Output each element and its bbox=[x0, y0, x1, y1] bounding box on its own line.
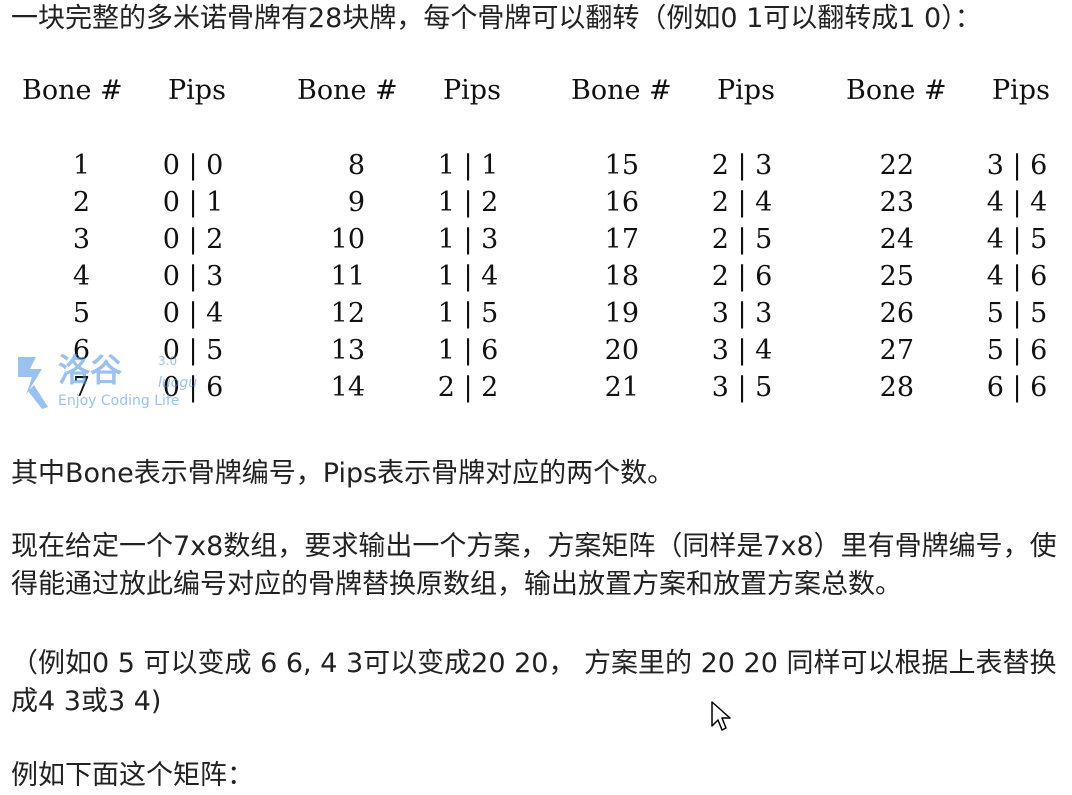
bone-number: 24 bbox=[879, 224, 914, 255]
header-pips-3: Pips bbox=[717, 75, 775, 106]
bone-number: 10 bbox=[330, 224, 365, 255]
bone-number: 28 bbox=[879, 372, 914, 403]
bone-pips: 0 | 5 bbox=[162, 335, 224, 366]
bone-pips: 3 | 5 bbox=[711, 372, 773, 403]
example-paragraph: （例如0 5 可以变成 6 6, 4 3可以变成20 20， 方案里的 20 2… bbox=[11, 648, 1057, 717]
bone-number: 13 bbox=[330, 335, 365, 366]
header-bone-1: Bone # bbox=[22, 75, 123, 106]
bone-pips: 2 | 5 bbox=[711, 224, 773, 255]
bone-pips: 0 | 6 bbox=[162, 372, 224, 403]
bone-pips: 1 | 2 bbox=[437, 187, 499, 218]
bone-pips: 1 | 6 bbox=[437, 335, 499, 366]
bone-number: 6 bbox=[72, 335, 90, 366]
bone-pips: 1 | 1 bbox=[437, 150, 499, 181]
bone-number: 16 bbox=[604, 187, 639, 218]
bone-pips: 5 | 6 bbox=[986, 335, 1048, 366]
bone-number: 26 bbox=[879, 298, 914, 329]
bone-pips: 1 | 5 bbox=[437, 298, 499, 329]
header-bone-2: Bone # bbox=[297, 75, 398, 106]
bone-number: 7 bbox=[72, 372, 90, 403]
bone-number: 17 bbox=[604, 224, 639, 255]
bone-pips: 2 | 6 bbox=[711, 261, 773, 292]
bone-pips: 2 | 2 bbox=[437, 372, 499, 403]
header-pips-2: Pips bbox=[443, 75, 501, 106]
bone-number: 23 bbox=[879, 187, 914, 218]
bone-number: 22 bbox=[879, 150, 914, 181]
bone-number: 14 bbox=[330, 372, 365, 403]
bone-number: 15 bbox=[604, 150, 639, 181]
bone-pips: 1 | 3 bbox=[437, 224, 499, 255]
bone-pips: 3 | 4 bbox=[711, 335, 773, 366]
bone-pips: 1 | 4 bbox=[437, 261, 499, 292]
domino-bone-table: Bone # Pips 1 0 | 0 2 0 | 1 3 0 | 2 4 0 | 3 5 0 | 4… bbox=[0, 70, 1072, 410]
header-bone-3: Bone # bbox=[571, 75, 672, 106]
bone-pips: 0 | 3 bbox=[162, 261, 224, 292]
bone-number: 18 bbox=[604, 261, 639, 292]
bone-number: 20 bbox=[604, 335, 639, 366]
bone-number: 3 bbox=[72, 224, 90, 255]
bone-pips: 4 | 5 bbox=[986, 224, 1048, 255]
bone-number: 27 bbox=[879, 335, 914, 366]
bone-number: 19 bbox=[604, 298, 639, 329]
bone-pips: 2 | 3 bbox=[711, 150, 773, 181]
bone-pips: 0 | 4 bbox=[162, 298, 224, 329]
mouse-pointer-icon bbox=[711, 701, 731, 731]
bone-pips: 0 | 1 bbox=[162, 187, 224, 218]
bone-number: 5 bbox=[72, 298, 90, 329]
bone-number: 9 bbox=[347, 187, 365, 218]
bone-number: 8 bbox=[347, 150, 365, 181]
bone-number: 4 bbox=[72, 261, 90, 292]
bone-number: 1 bbox=[72, 150, 90, 181]
task-paragraph: 现在给定一个7x8数组，要求输出一个方案，方案矩阵（同样是7x8）里有骨牌编号，… bbox=[11, 531, 1057, 600]
bone-pips: 4 | 4 bbox=[986, 187, 1048, 218]
header-pips-1: Pips bbox=[168, 75, 226, 106]
bone-pips: 2 | 4 bbox=[711, 187, 773, 218]
explanation-paragraph: 其中Bone表示骨牌编号，Pips表示骨牌对应的两个数。 bbox=[11, 458, 675, 489]
bone-pips: 3 | 6 bbox=[986, 150, 1048, 181]
bone-number: 21 bbox=[604, 372, 639, 403]
bone-pips: 0 | 0 bbox=[162, 150, 224, 181]
header-pips-4: Pips bbox=[992, 75, 1050, 106]
bone-pips: 6 | 6 bbox=[986, 372, 1048, 403]
matrix-intro-paragraph: 例如下面这个矩阵： bbox=[11, 760, 254, 791]
header-bone-4: Bone # bbox=[846, 75, 947, 106]
bone-pips: 4 | 6 bbox=[986, 261, 1048, 292]
bone-number: 25 bbox=[879, 261, 914, 292]
bone-pips: 3 | 3 bbox=[711, 298, 773, 329]
bone-number: 2 bbox=[72, 187, 90, 218]
bone-pips: 5 | 5 bbox=[986, 298, 1048, 329]
bone-number: 11 bbox=[330, 261, 365, 292]
bone-number: 12 bbox=[330, 298, 365, 329]
bone-pips: 0 | 2 bbox=[162, 224, 224, 255]
intro-paragraph: 一块完整的多米诺骨牌有28块牌，每个骨牌可以翻转（例如0 1可以翻转成1 0）： bbox=[11, 3, 982, 34]
